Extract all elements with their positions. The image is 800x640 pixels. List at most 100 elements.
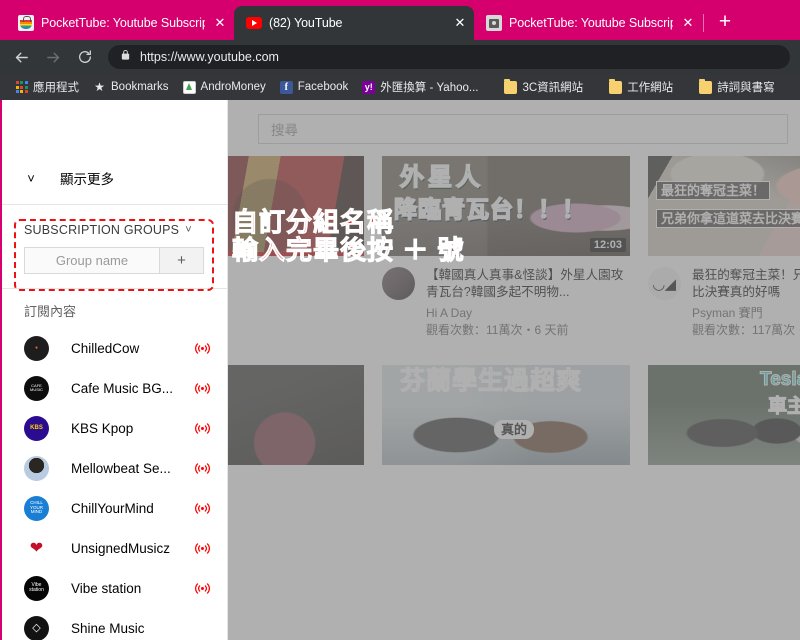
video-thumbnail[interactable]: 芬蘭學生過超爽 真的 [382,365,630,465]
tab-youtube[interactable]: (82) YouTube ✕ [234,6,474,40]
chevron-down-icon: ˅ [2,171,60,186]
thumbnail-text-line1: Tesla M [760,370,800,389]
bookmark-label: Bookmarks [111,81,169,93]
address-bar[interactable]: https://www.youtube.com [108,45,790,69]
subscription-item[interactable]: Vibestation Vibe station [2,568,227,608]
url-text: https://www.youtube.com [140,50,279,64]
annotation-line-2: 輸入完畢後按 ＋ 號 [232,236,464,264]
youtube-sidebar: ˅ 顯示更多 SUBSCRIPTION GROUPS ˅ Group name … [2,100,228,640]
subscription-item[interactable]: ● ChilledCow [2,328,227,368]
subscription-item[interactable]: KBS KBS Kpop [2,408,227,448]
video-views: 觀看次數：11萬次・6 天前 [426,322,630,339]
tab-pockettube-2[interactable]: PocketTube: Youtube Subscrip ✕ [474,6,702,40]
video-channel[interactable]: Hi A Day [426,305,630,322]
live-broadcast-icon[interactable] [191,422,213,435]
video-duration: 12:03 [590,238,626,252]
video-thumbnail[interactable]: Tesla M 車主經 [648,365,800,465]
video-title[interactable]: 最狂的奪冠主菜！兄弟你拿這道菜去比決賽真的好嗎 [692,267,800,301]
pockettube-color-icon [18,15,34,31]
live-broadcast-icon[interactable] [191,382,213,395]
back-arrow-icon[interactable] [10,46,32,68]
avatar: ◇ [24,616,49,640]
video-title[interactable]: o - beats to [228,267,364,284]
group-name-form: Group name + [24,247,204,274]
video-title[interactable]: 【韓國真人真事&怪談】外星人園攻青瓦台?韓國多起不明物... [426,267,630,301]
live-broadcast-icon[interactable] [191,502,213,515]
bookmark-andromoney[interactable]: AndroMoney [176,79,273,96]
video-card[interactable]: Coffee [228,365,364,465]
subscription-name: KBS Kpop [71,421,191,436]
subscription-name: Shine Music [71,621,227,636]
bookmark-label: 工作網站 [627,79,673,95]
bookmark-bookmarks[interactable]: ★ Bookmarks [86,79,176,96]
avatar: Vibestation [24,576,49,601]
youtube-page: o - beats to 外星人 降臨青瓦台！！！ 12:03 [0,100,800,640]
video-views: 觀看次數：117萬次・1 [692,322,800,339]
thumbnail-text-line1: 最狂的奪冠主菜！ [656,181,770,200]
bookmark-label: 3C資訊網站 [522,79,583,95]
folder-icon [609,81,622,94]
live-broadcast-icon[interactable] [191,582,213,595]
divider [2,204,227,205]
tab-separator [703,14,704,32]
subscription-name: Vibe station [71,581,191,596]
subscription-name: ChilledCow [71,341,191,356]
live-broadcast-icon[interactable] [191,462,213,475]
youtube-icon [246,15,262,31]
channel-avatar[interactable] [382,267,415,300]
show-more-button[interactable]: ˅ 顯示更多 [2,156,227,200]
avatar: ❤ [24,536,49,561]
browser-toolbar: https://www.youtube.com [0,40,800,74]
live-broadcast-icon[interactable] [191,342,213,355]
subscription-item[interactable]: CHILLYOURMIND ChillYourMind [2,488,227,528]
group-name-input[interactable]: Group name [25,248,159,273]
subscription-name: Cafe Music BG... [71,381,191,396]
folder-icon [504,81,517,94]
add-group-button[interactable]: + [159,248,203,273]
video-thumbnail[interactable]: Coffee [228,365,364,465]
tab-pockettube-1[interactable]: PocketTube: Youtube Subscrip ✕ [6,6,234,40]
annotation-line-1: 自訂分組名稱 [232,208,464,236]
subscription-groups-section: SUBSCRIPTION GROUPS ˅ Group name + [2,211,227,284]
avatar: CAFEMUSIC [24,376,49,401]
subscription-item[interactable]: Mellowbeat Se... [2,448,227,488]
folder-icon [699,81,712,94]
subscription-groups-title[interactable]: SUBSCRIPTION GROUPS ˅ [2,223,227,237]
bookmark-yahoo-fx[interactable]: y! 外匯換算 - Yahoo... [355,77,485,97]
bookmark-folder-3c[interactable]: 3C資訊網站 [497,77,590,97]
avatar: KBS [24,416,49,441]
annotation-overlay: 自訂分組名稱 輸入完畢後按 ＋ 號 [232,208,464,264]
tab-title: PocketTube: Youtube Subscrip [509,16,673,30]
video-channel[interactable]: Psyman 賽門 [692,305,800,322]
channel-avatar[interactable]: ◡◢ [648,267,681,300]
subscriptions-header: 訂閱內容 [2,289,227,328]
bookmark-folder-poetry[interactable]: 詩詞與書寫 [692,77,782,97]
subscription-item[interactable]: CAFEMUSIC Cafe Music BG... [2,368,227,408]
bookmark-apps[interactable]: 應用程式 [8,77,86,97]
subscription-name: UnsignedMusicz [71,541,191,556]
live-broadcast-icon[interactable] [191,542,213,555]
bookmark-folder-work[interactable]: 工作網站 [602,77,680,97]
thumbnail-text-line2: 車主經 [768,397,800,416]
browser-window: PocketTube: Youtube Subscrip ✕ (82) YouT… [0,0,800,640]
tab-close-button[interactable]: ✕ [212,15,228,31]
reload-icon[interactable] [74,46,96,68]
tab-close-button[interactable]: ✕ [680,15,696,31]
new-tab-button[interactable]: + [711,9,739,37]
chevron-down-icon: ˅ [185,224,192,236]
lock-icon [120,48,131,66]
bookmark-facebook[interactable]: f Facebook [273,79,356,96]
subscription-item[interactable]: ❤ UnsignedMusicz [2,528,227,568]
subscription-item[interactable]: ◇ Shine Music [2,608,227,640]
yahoo-icon: y! [362,81,375,94]
video-card[interactable]: 最狂的奪冠主菜！ 兄弟你拿這道菜去比決賽真 ◡◢ 最狂的奪冠主菜！兄弟你拿這道菜… [648,156,800,339]
search-input[interactable]: 搜尋 [258,114,788,144]
bookmark-label: Facebook [298,81,349,93]
andromoney-icon [183,81,196,94]
tab-close-button[interactable]: ✕ [452,15,468,31]
video-card[interactable]: 芬蘭學生過超爽 真的 [382,365,630,465]
subscription-name: ChillYourMind [71,501,191,516]
video-card[interactable]: Tesla M 車主經 [648,365,800,465]
forward-arrow-icon [42,46,64,68]
video-thumbnail[interactable]: 最狂的奪冠主菜！ 兄弟你拿這道菜去比決賽真 [648,156,800,256]
